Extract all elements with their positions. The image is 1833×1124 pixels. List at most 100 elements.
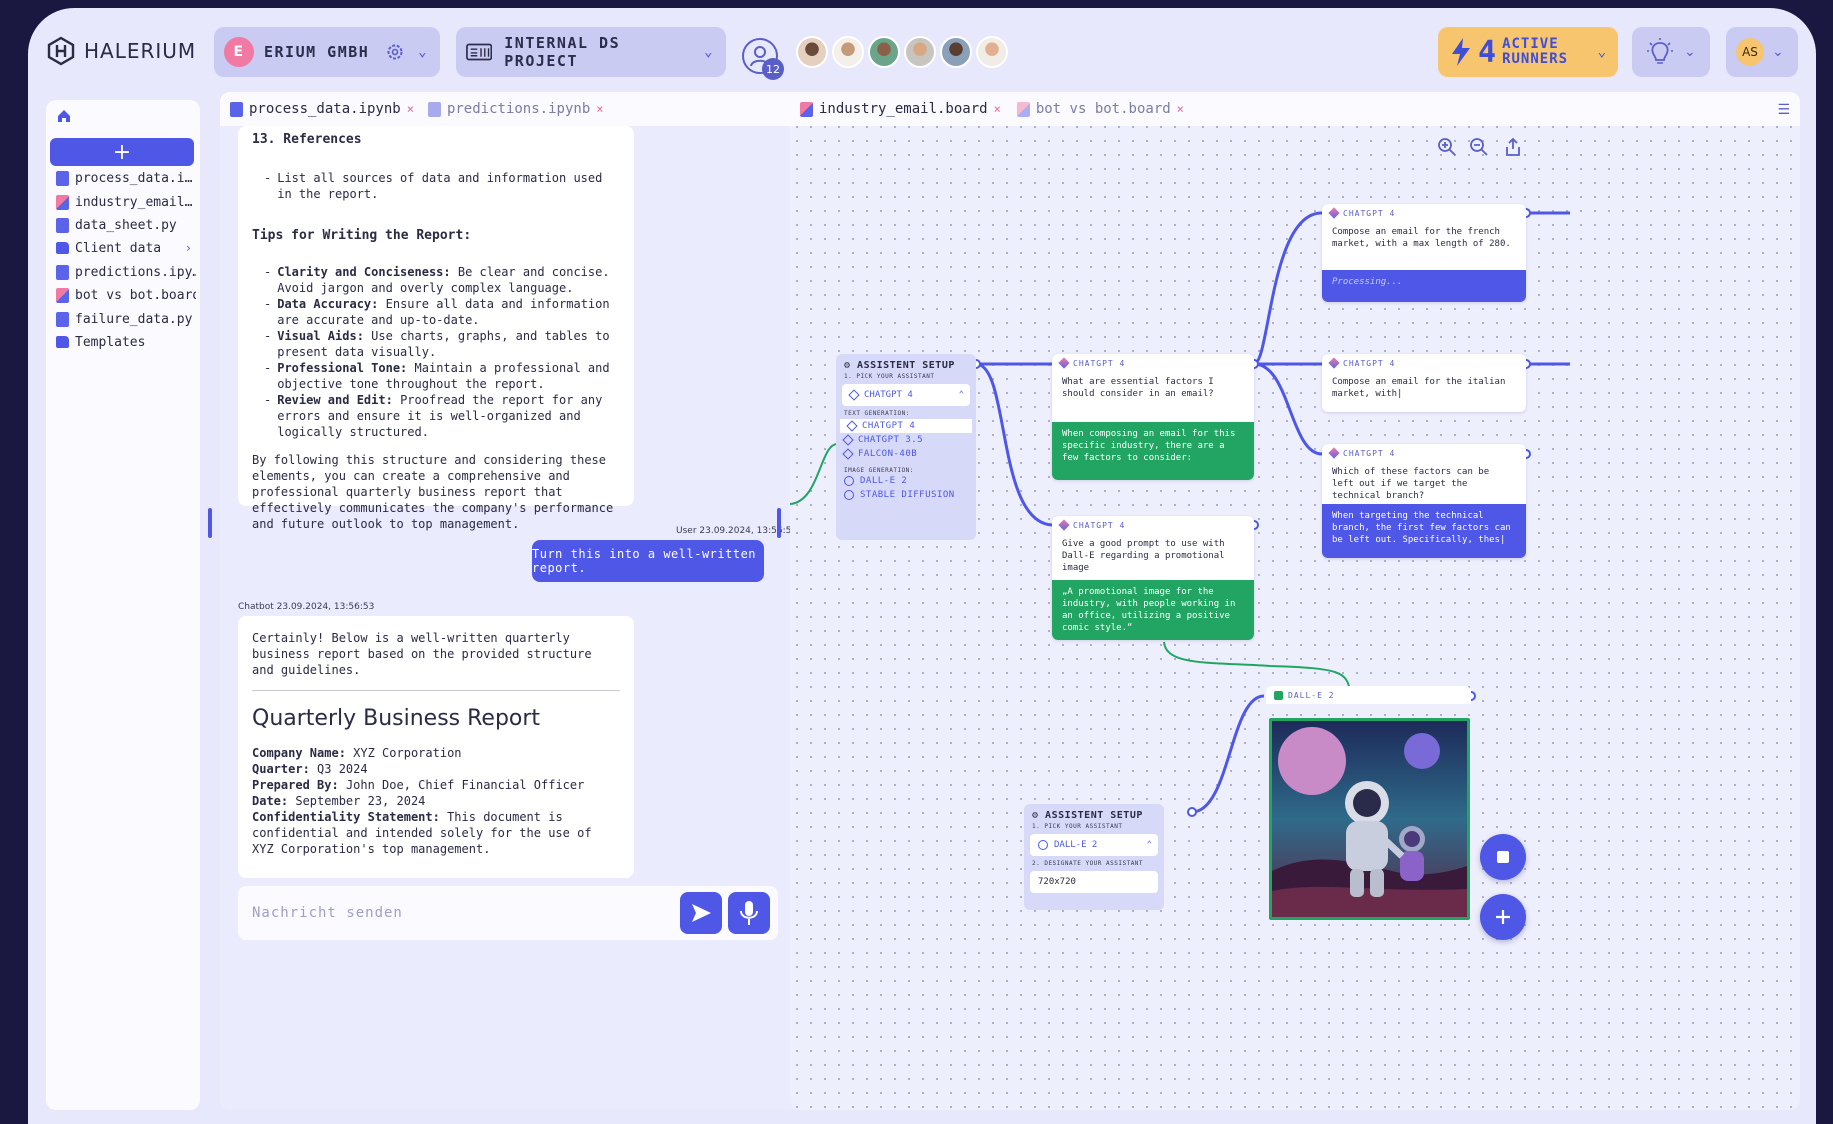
avatar: AS	[1736, 38, 1764, 66]
node-header: CHATGPT 4	[1322, 204, 1526, 222]
sidebar-item[interactable]: predictions.ipy…	[56, 262, 196, 282]
chat-node[interactable]: CHATGPT 4 Which of these factors can be …	[1322, 444, 1526, 558]
microphone-icon	[740, 901, 758, 925]
option-label: CHATGPT 4	[862, 421, 916, 431]
avatar[interactable]	[832, 36, 864, 68]
org-badge: E	[224, 37, 254, 67]
project-icon	[466, 43, 493, 61]
chevron-down-icon[interactable]: ⌄	[704, 44, 714, 60]
selected-value: CHATGPT 4	[864, 390, 913, 400]
tip-title: Clarity and Conciseness:	[277, 265, 451, 279]
close-icon[interactable]: ×	[407, 102, 414, 116]
add-node-button[interactable]	[1480, 894, 1526, 940]
astronaut-illustration	[1272, 721, 1467, 917]
option-chatgpt4[interactable]: CHATGPT 4	[840, 419, 972, 433]
board-icon	[56, 194, 69, 210]
size-input[interactable]: 720x720	[1030, 871, 1158, 893]
chevron-down-icon[interactable]: ⌄	[418, 44, 428, 60]
app-name: HALERIUM	[84, 39, 197, 63]
gear-icon[interactable]	[385, 42, 405, 62]
node-header: CHATGPT 4	[1322, 354, 1526, 372]
runners-count: 4	[1478, 34, 1497, 70]
report-field: Prepared By: John Doe, Chief Financial O…	[252, 777, 620, 793]
sidebar-item[interactable]: Client data ›	[56, 238, 196, 258]
setup-subtitle: 2. DESIGNATE YOUR ASSISTANT	[1032, 860, 1144, 867]
assistant-select[interactable]: DALL-E 2 ⌃	[1030, 834, 1158, 856]
setup-subtitle: 1. PICK YOUR ASSISTANT	[1032, 823, 1123, 830]
sidebar-item[interactable]: industry_email…	[56, 192, 196, 212]
send-button[interactable]	[680, 892, 722, 934]
home-icon[interactable]	[56, 108, 72, 124]
assistant-setup-node[interactable]: ⚙ ASSISTENT SETUP 1. PICK YOUR ASSISTANT…	[1024, 804, 1164, 910]
field-value: XYZ Corporation	[353, 746, 462, 760]
node-response: „A promotional image for the industry, w…	[1052, 580, 1254, 640]
chevron-down-icon[interactable]: ⌄	[1598, 44, 1606, 60]
selected-value: DALL-E 2	[1054, 840, 1098, 850]
avatar[interactable]	[976, 36, 1008, 68]
microphone-button[interactable]	[728, 892, 770, 934]
close-icon[interactable]: ×	[596, 102, 603, 116]
collaborators-count: 12	[762, 58, 784, 80]
add-file-button[interactable]: +	[50, 138, 194, 166]
bot-intro: Certainly! Below is a well-written quart…	[252, 631, 592, 677]
tab-predictions[interactable]: predictions.ipynb ×	[427, 101, 603, 117]
chevron-up-icon[interactable]: ⌃	[1147, 840, 1152, 850]
report-title: Quarterly Business Report	[252, 706, 541, 731]
halerium-logo-icon	[47, 36, 75, 66]
avatar[interactable]	[868, 36, 900, 68]
stop-button[interactable]	[1480, 834, 1526, 880]
option-stable-diffusion[interactable]: STABLE DIFFUSION	[836, 488, 976, 502]
project-name: INTERNAL DS PROJECT	[504, 34, 621, 70]
option-falcon[interactable]: FALCON-40B	[836, 447, 976, 461]
node-prompt: Compose an email for the french market, …	[1332, 227, 1511, 249]
option-label: FALCON-40B	[858, 449, 918, 459]
collaborator-avatars	[796, 36, 1008, 68]
notebook-icon	[56, 170, 69, 186]
list-item-text: List all sources of data and information…	[277, 171, 603, 201]
generated-image[interactable]	[1269, 718, 1470, 920]
chat-node[interactable]: CHATGPT 4 Compose an email for the frenc…	[1322, 204, 1526, 302]
resize-handle[interactable]	[208, 508, 212, 538]
setup-title-text: ASSISTENT SETUP	[857, 360, 955, 371]
chevron-up-icon[interactable]: ⌃	[959, 390, 964, 400]
sidebar-item-label: data_sheet.py	[75, 217, 177, 233]
organization-selector[interactable]: E ERIUM GMBH ⌄	[214, 27, 440, 77]
sidebar-item[interactable]: failure_data.py	[56, 309, 196, 329]
resize-handle[interactable]	[777, 508, 781, 538]
logo[interactable]: HALERIUM	[46, 36, 196, 66]
sidebar-item[interactable]: Templates	[56, 332, 196, 352]
sidebar-item[interactable]: process_data.i…	[56, 168, 196, 188]
user-menu[interactable]: AS ⌄	[1726, 27, 1798, 77]
chevron-down-icon[interactable]: ⌄	[1684, 44, 1696, 60]
option-dalle2[interactable]: DALL-E 2	[836, 474, 976, 488]
list-item: - Clarity and Conciseness: Be clear and c…	[264, 265, 610, 295]
chevron-right-icon[interactable]: ›	[185, 241, 192, 255]
closing-paragraph: By following this structure and consider…	[252, 453, 614, 531]
chatgpt-icon	[1328, 357, 1340, 369]
option-label: CHATGPT 3.5	[858, 435, 924, 445]
avatar[interactable]	[904, 36, 936, 68]
tip-title: Review and Edit:	[277, 393, 393, 407]
field-key: Company Name:	[252, 746, 346, 760]
sidebar-item[interactable]: bot vs bot.board	[56, 285, 196, 305]
project-selector[interactable]: INTERNAL DS PROJECT ⌄	[456, 27, 726, 77]
node-prompt: What are essential factors I should cons…	[1062, 377, 1214, 399]
avatar[interactable]	[796, 36, 828, 68]
avatar[interactable]	[940, 36, 972, 68]
chat-node[interactable]: CHATGPT 4 Compose an email for the itali…	[1322, 354, 1526, 412]
group-label: TEXT GENERATION:	[844, 410, 910, 417]
active-runners-badge[interactable]: 4 ACTIVE RUNNERS ⌄	[1438, 27, 1618, 77]
chat-node[interactable]: CHATGPT 4 What are essential factors I s…	[1052, 354, 1254, 480]
ideas-menu[interactable]: ⌄	[1632, 27, 1710, 77]
board-canvas[interactable]: industry_email.board × bot vs bot.board …	[790, 92, 1800, 1110]
option-chatgpt35[interactable]: CHATGPT 3.5	[836, 433, 976, 447]
chat-node[interactable]: CHATGPT 4 Give a good prompt to use with…	[1052, 516, 1254, 640]
tab-process-data[interactable]: process_data.ipynb ×	[230, 101, 414, 117]
assistant-select[interactable]: CHATGPT 4 ⌃	[842, 384, 970, 406]
node-response: When composing an email for this specifi…	[1052, 422, 1254, 480]
dalle-icon	[1274, 690, 1283, 700]
sidebar-item[interactable]: data_sheet.py	[56, 215, 196, 235]
assistant-setup-node[interactable]: ⚙ ASSISTENT SETUP 1. PICK YOUR ASSISTANT…	[836, 354, 976, 540]
chevron-down-icon[interactable]: ⌄	[1772, 44, 1784, 60]
sidebar-item-label: bot vs bot.board	[75, 287, 196, 303]
